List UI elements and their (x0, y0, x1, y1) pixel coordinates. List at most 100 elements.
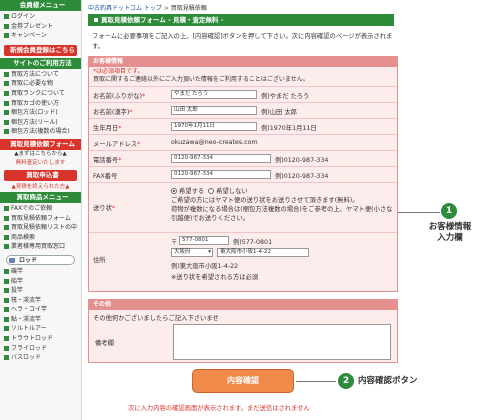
register-banner[interactable]: 新規会員登録はこちら (4, 44, 77, 56)
bullet-icon (4, 316, 9, 322)
birth-input[interactable]: 1970年1月11日 (171, 122, 257, 131)
birth-example: 例)1970年1月11日 (261, 125, 317, 132)
prefecture-select[interactable]: 大阪府 ▾ (171, 248, 213, 257)
confirm-button[interactable]: 内容確認 (192, 369, 294, 393)
sidebar-item-product[interactable]: 買取見積依頼フォーム (0, 214, 81, 224)
kanji-name-example: 例)山田 太郎 (261, 109, 297, 116)
member-menu-list: ログイン 金券プレゼント キャンペーン (0, 11, 81, 43)
sidebar-item-category[interactable]: バスロッド (0, 353, 81, 363)
breadcrumb-home-link[interactable]: 中古釣具ドットコム トップ (88, 5, 162, 12)
sidebar-item-category[interactable]: 投竿 (0, 286, 81, 296)
zip-mark: 〒 (171, 239, 178, 246)
required-note: *は必須項目です。 買取に関するご連絡以外にご入力頂いた情報をご利用することはご… (93, 68, 309, 83)
shipping-kit-row: 送り状* 希望する 希望しない ご希望の方にはヤマト便の送り状をお送りさせて頂き… (89, 182, 397, 232)
bullet-icon (4, 244, 9, 250)
bullet-icon (4, 215, 9, 221)
customer-info-header: お客様情報 (89, 57, 397, 67)
bullet-icon (4, 33, 9, 39)
callout-1-label: お客様情報 入力欄 (428, 222, 472, 243)
street-input[interactable]: 東大阪市小阪1-4-22 (217, 248, 309, 257)
bullet-icon (4, 278, 9, 284)
rod-category-pill[interactable]: ロッド (6, 254, 75, 265)
bullet-icon (4, 336, 9, 342)
other-section: その他 その他何かございましたらご記入下さいませ 備考欄 (88, 299, 398, 363)
guide-list: 買取方法について 買取に必要な物 買取ランクについて 買取カゴの使い方 梱包方法… (0, 69, 81, 139)
fax-input[interactable]: 0120-987-334 (171, 170, 271, 179)
bullet-icon (4, 119, 9, 125)
other-prompt: その他何かございましたらご記入下さいませ (93, 315, 219, 322)
sidebar-item-category[interactable]: フライロッド (0, 344, 81, 354)
kanji-name-label: お名前(漢字) (93, 109, 130, 116)
memo-textarea[interactable] (173, 324, 391, 360)
estimate-form-link[interactable]: 買取見積依頼フォーム (0, 138, 81, 150)
zip-example: 例)577-0801 (233, 239, 273, 246)
zip-input[interactable]: 577-0801 (179, 236, 229, 245)
bullet-icon (94, 18, 98, 22)
bullet-icon (4, 345, 9, 351)
sidebar-item-campaign[interactable]: キャンペーン (0, 31, 81, 41)
bullet-icon (4, 326, 9, 332)
chevron-down-icon: ▾ (208, 249, 211, 255)
bullet-icon (4, 14, 9, 19)
birth-row: 生年月日* 1970年1月11日 例)1970年1月11日 (89, 118, 397, 134)
sidebar-item-product[interactable]: 買取見積依頼リストの中 (0, 223, 81, 233)
rod-icon (9, 257, 15, 263)
birth-label: 生年月日 (93, 125, 119, 132)
sidebar-item-voucher[interactable]: 金券プレゼント (0, 22, 81, 32)
sidebar-item-login[interactable]: ログイン (0, 12, 81, 22)
bullet-icon (4, 71, 9, 77)
apply-note: ▲見積を終えられた方▲ (11, 183, 70, 190)
bullet-icon (4, 225, 9, 231)
furigana-input[interactable]: やまだ たろう (171, 90, 257, 99)
guide-header: サイトのご利用方法 (0, 57, 81, 69)
sidebar-item-guide[interactable]: 買取カゴの使い方 (0, 99, 81, 109)
other-header: その他 (89, 300, 397, 310)
phone-input[interactable]: 0120-987-334 (171, 154, 271, 163)
intro-text: フォームに必要事項をご記入の上、[内容確認]ボタンを押して下さい。次に内容確認の… (92, 33, 393, 50)
memo-label: 備考欄 (95, 340, 114, 347)
sidebar-item-guide[interactable]: 買取に必要な物 (0, 79, 81, 89)
rod-category-list: 磯竿 船竿 投竿 筏・渓流竿 ヘラ・コイ竿 鮎・渓流竿 ソルトルアー トラウトロ… (0, 266, 81, 365)
sidebar-item-category[interactable]: 鮎・渓流竿 (0, 315, 81, 325)
bullet-icon (4, 205, 9, 211)
furigana-label: お名前(ふりがな) (93, 93, 142, 100)
callout-2-number: 2 (338, 373, 354, 389)
sidebar-item-product[interactable]: FAXでのご依頼 (0, 204, 81, 214)
apply-form-link[interactable]: 買取申込書 (4, 169, 77, 181)
sidebar-item-category[interactable]: 磯竿 (0, 267, 81, 277)
email-value[interactable]: okuzawa@neo-creates.com (171, 139, 258, 146)
callout-1-line (398, 212, 440, 213)
sidebar-item-category[interactable]: トラウトロッド (0, 334, 81, 344)
address-row: 住所 〒 577-0801 例)577-0801 大阪府 ▾ 東大阪市小阪1-4-… (89, 232, 397, 290)
bullet-icon (4, 90, 9, 96)
breadcrumb: 中古釣具ドットコム トップ > 買取見積依頼 (88, 3, 207, 12)
kit-no-radio[interactable] (208, 188, 215, 194)
page-title: 買取見積依頼フォーム - 見積・査定無料 - (88, 14, 394, 26)
estimate-note: ▲まずはこちらから▲ (14, 150, 67, 157)
sidebar-item-guide[interactable]: 梱包方法(複数の場合) (0, 127, 81, 137)
customer-info-section: お客様情報 *は必須項目です。 買取に関するご連絡以外にご入力頂いた情報をご利用… (88, 56, 398, 292)
kanji-name-input[interactable]: 山田 太郎 (171, 106, 257, 115)
sidebar-item-product[interactable]: 業者様専用買取窓口 (0, 242, 81, 252)
bullet-icon (4, 355, 9, 361)
sidebar-item-product[interactable]: 商品検索 (0, 233, 81, 243)
sidebar-item-guide[interactable]: 梱包方法(リール) (0, 118, 81, 128)
kanji-name-row: お名前(漢字)* 山田 太郎 例)山田 太郎 (89, 102, 397, 118)
sidebar-item-category[interactable]: 筏・渓流竿 (0, 296, 81, 306)
bullet-icon (4, 110, 9, 116)
email-row: メールアドレス* okuzawa@neo-creates.com (89, 134, 397, 150)
kit-no-label: 希望しない (216, 188, 248, 195)
member-menu-header: 会員様メニュー (0, 0, 81, 11)
bullet-icon (4, 307, 9, 313)
kit-yes-radio[interactable] (171, 188, 177, 194)
callout-2-label: 内容確認ボタン (358, 376, 418, 386)
sidebar-item-guide[interactable]: 梱包方法(ロッド) (0, 108, 81, 118)
sidebar-item-guide[interactable]: 買取ランクについて (0, 89, 81, 99)
estimate-free-note: 無料査定いたします (15, 159, 66, 166)
bullet-icon (4, 268, 9, 274)
sidebar-item-category[interactable]: 船竿 (0, 277, 81, 287)
address-note: ※送り状を希望される方は必須 (171, 274, 259, 281)
sidebar-item-guide[interactable]: 買取方法について (0, 70, 81, 80)
sidebar-item-category[interactable]: ソルトルアー (0, 324, 81, 334)
sidebar-item-category[interactable]: ヘラ・コイ竿 (0, 305, 81, 315)
